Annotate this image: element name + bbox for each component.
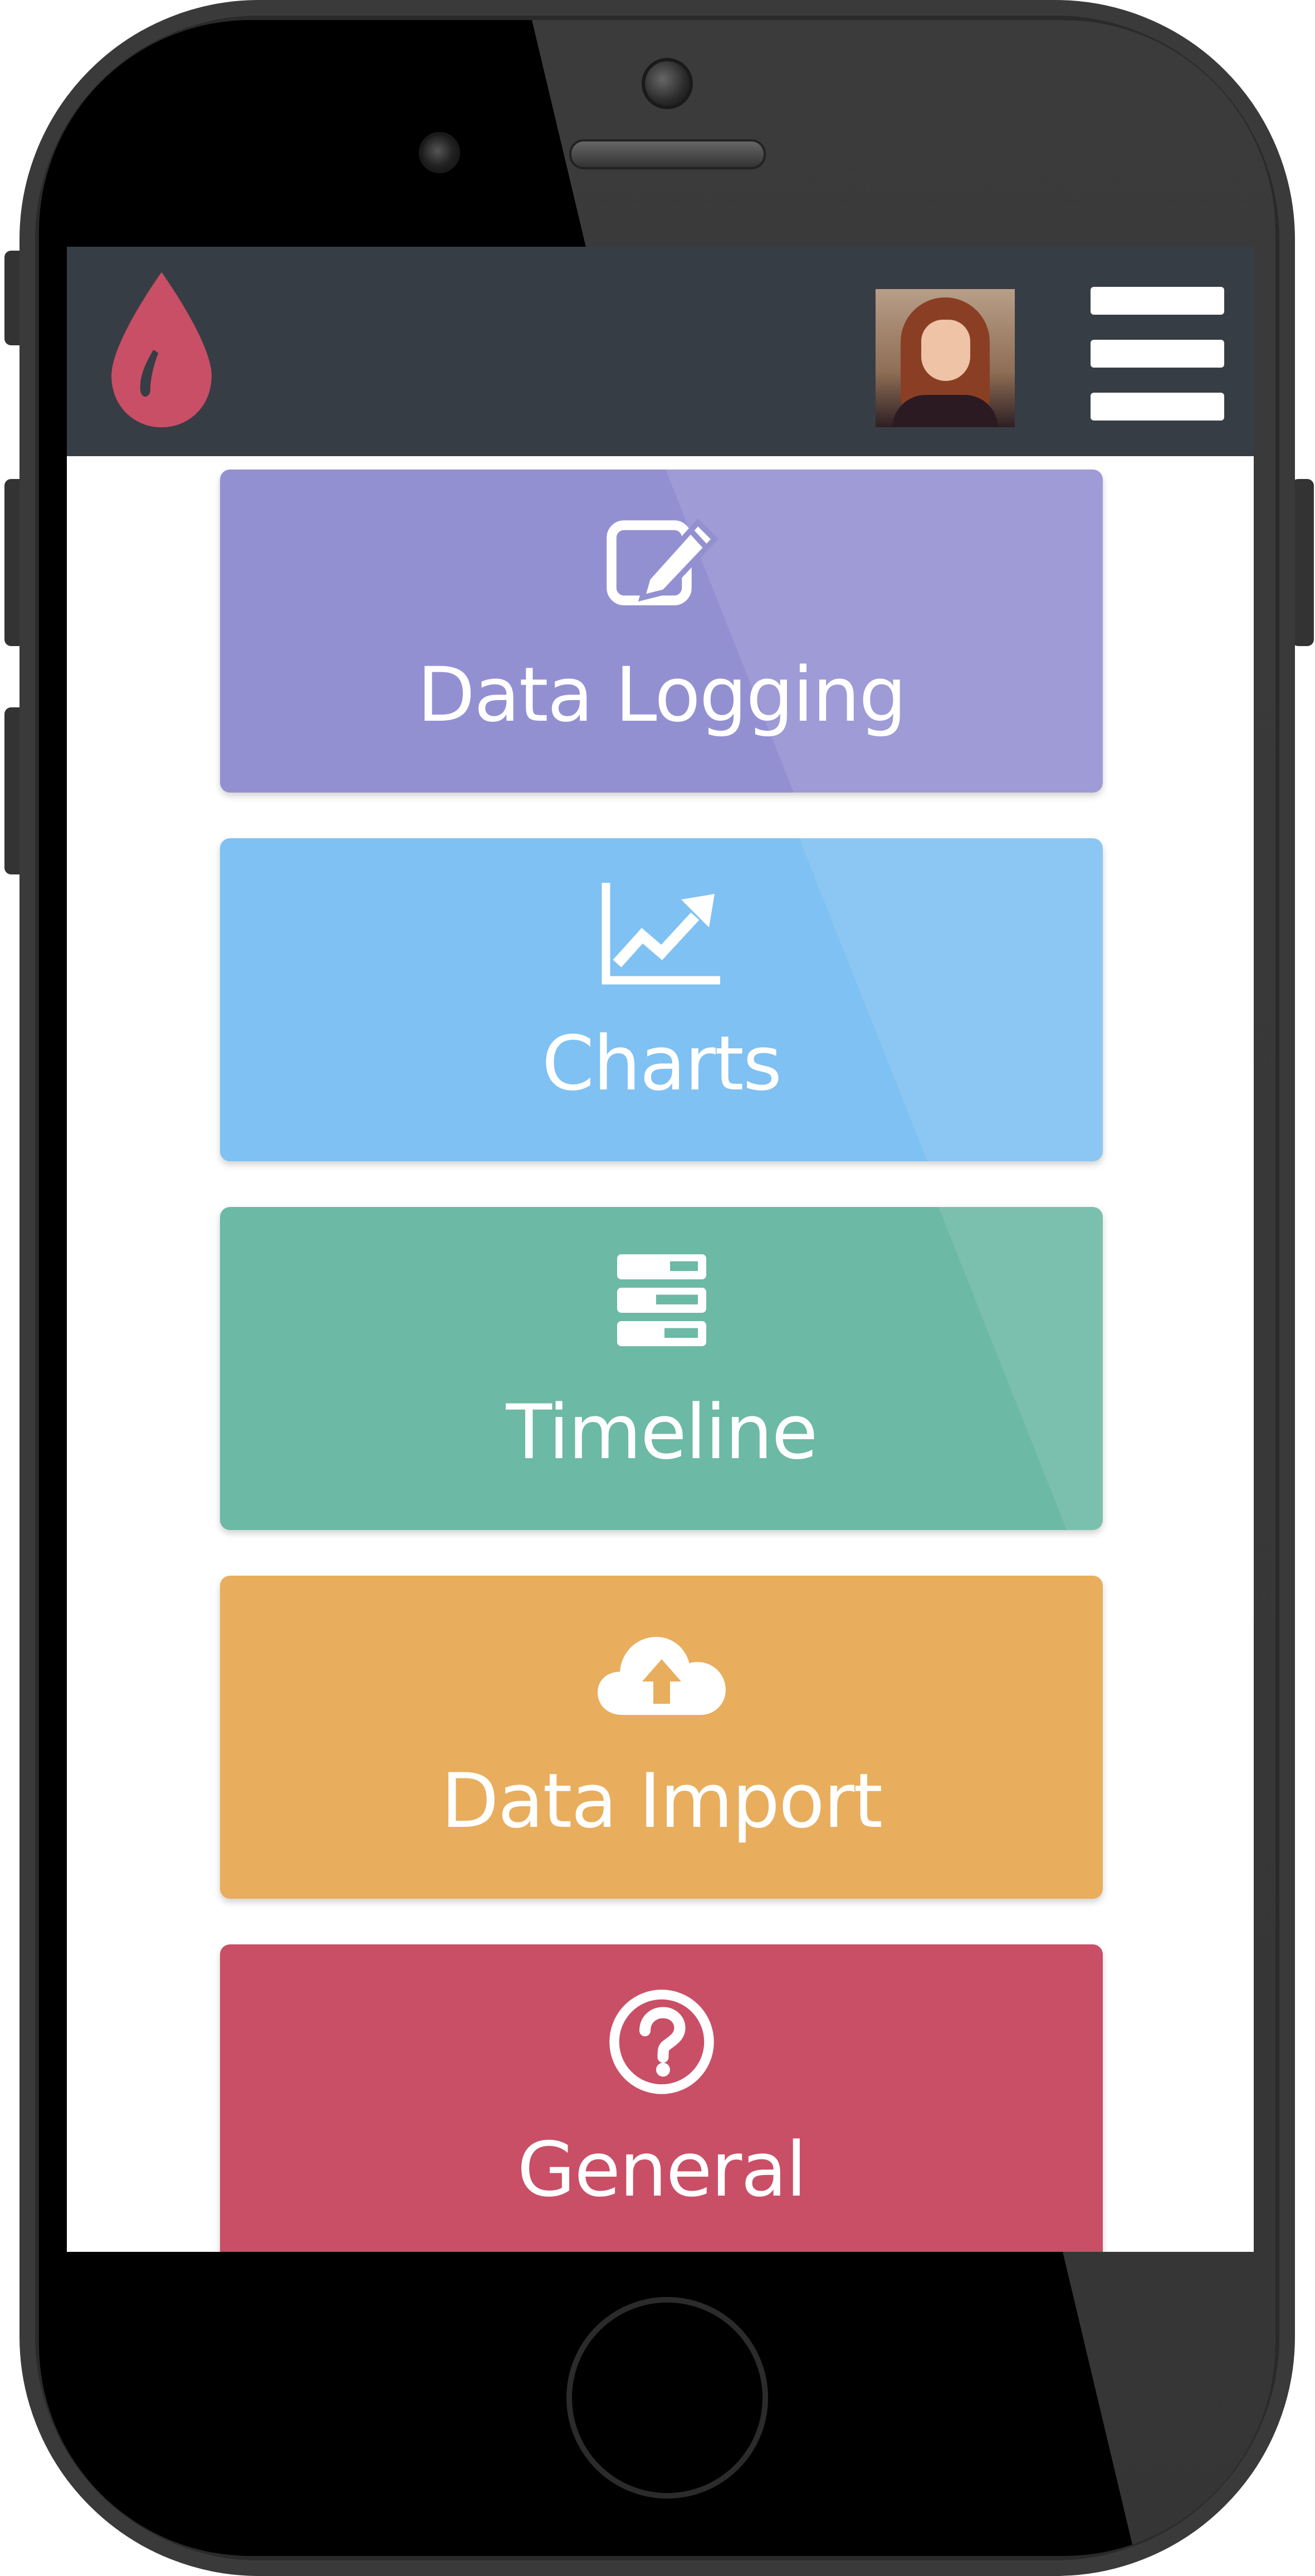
tile-general[interactable]: General xyxy=(220,1944,1103,2252)
menu-bar xyxy=(1091,287,1224,315)
tile-sheen xyxy=(666,470,1103,793)
tile-label: Charts xyxy=(541,1020,782,1107)
tile-sheen xyxy=(799,838,1103,1161)
tile-data-import[interactable]: Data Import xyxy=(220,1576,1103,1899)
line-chart-icon xyxy=(602,883,720,985)
edit-pencil-icon xyxy=(606,518,718,605)
front-camera xyxy=(642,58,693,109)
menu-bar xyxy=(1091,393,1224,421)
blood-drop-icon[interactable] xyxy=(103,269,220,431)
tile-label: Timeline xyxy=(506,1389,818,1476)
app-screen: Data Logging Charts Timeline Data Import… xyxy=(67,247,1254,2252)
tile-timeline[interactable]: Timeline xyxy=(220,1207,1103,1530)
phone-mockup: Data Logging Charts Timeline Data Import… xyxy=(0,0,1315,2576)
cloud-upload-icon xyxy=(597,1637,726,1715)
earpiece-speaker xyxy=(569,139,766,169)
app-header xyxy=(67,247,1254,456)
avatar-shirt xyxy=(892,395,998,427)
avatar[interactable] xyxy=(876,289,1015,427)
tile-label: Data Logging xyxy=(417,651,907,739)
tile-sheen xyxy=(938,1207,1103,1530)
tile-charts[interactable]: Charts xyxy=(220,838,1103,1161)
proximity-sensor xyxy=(419,132,460,173)
avatar-face xyxy=(921,320,970,381)
menu-bar xyxy=(1091,340,1224,368)
hamburger-menu-icon[interactable] xyxy=(1091,287,1224,421)
timeline-list-icon xyxy=(617,1254,706,1346)
question-circle-icon xyxy=(609,1990,714,2094)
phone-power-button xyxy=(1292,479,1314,646)
home-button[interactable] xyxy=(566,2297,768,2499)
tile-label: Data Import xyxy=(441,1757,883,1845)
tile-data-logging[interactable]: Data Logging xyxy=(220,470,1103,793)
tile-label: General xyxy=(517,2126,806,2213)
